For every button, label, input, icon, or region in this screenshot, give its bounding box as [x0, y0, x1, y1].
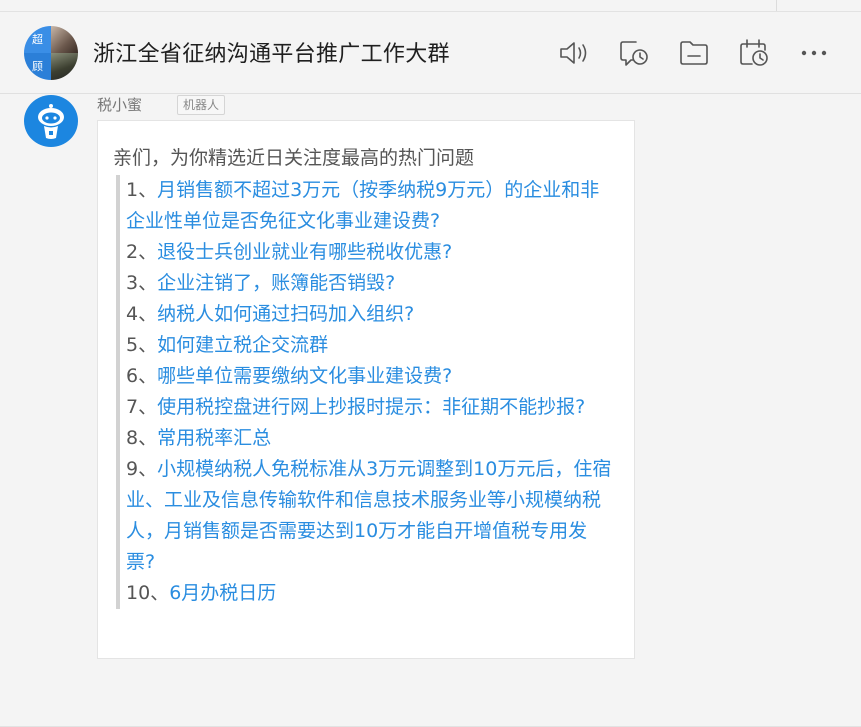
- question-link[interactable]: 小规模纳税人免税标准从3万元调整到10万元后，住宿业、工业及信息传输软件和信息技…: [126, 458, 611, 573]
- question-item[interactable]: 8、常用税率汇总: [126, 423, 616, 454]
- hot-question-list: 1、月销售额不超过3万元（按季纳税9万元）的企业和非企业性单位是否免征文化事业建…: [116, 175, 616, 609]
- question-link[interactable]: 使用税控盘进行网上抄报时提示：非征期不能抄报?: [157, 396, 585, 418]
- avatar-cell: 超: [24, 26, 51, 53]
- avatar-cell: 顾: [24, 53, 51, 80]
- question-number: 3、: [126, 272, 158, 294]
- question-number: 7、: [126, 396, 158, 418]
- avatar-text-top: 超: [32, 33, 43, 46]
- schedule-icon[interactable]: [737, 36, 771, 70]
- question-item[interactable]: 6、哪些单位需要缴纳文化事业建设费?: [126, 361, 616, 392]
- bot-avatar[interactable]: [24, 95, 78, 147]
- question-item[interactable]: 5、如何建立税企交流群: [126, 330, 616, 361]
- question-number: 6、: [126, 365, 158, 387]
- avatar-cell-photo: [51, 26, 78, 53]
- question-number: 1、: [126, 179, 158, 201]
- avatar-cell-photo: [51, 53, 78, 80]
- question-number: 8、: [126, 427, 158, 449]
- question-link[interactable]: 月销售额不超过3万元（按季纳税9万元）的企业和非企业性单位是否免征文化事业建设费…: [126, 179, 599, 232]
- file-icon[interactable]: [677, 36, 711, 70]
- question-number: 9、: [126, 458, 158, 480]
- history-message-icon[interactable]: [617, 36, 651, 70]
- question-item[interactable]: 1、月销售额不超过3万元（按季纳税9万元）的企业和非企业性单位是否免征文化事业建…: [126, 175, 616, 237]
- question-item[interactable]: 10、6月办税日历: [126, 578, 616, 609]
- question-link[interactable]: 纳税人如何通过扫码加入组织?: [157, 303, 414, 325]
- question-number: 10、: [126, 582, 170, 604]
- robot-icon: [38, 104, 64, 139]
- more-icon[interactable]: [797, 36, 831, 70]
- question-link[interactable]: 退役士兵创业就业有哪些税收优惠?: [157, 241, 452, 263]
- message-bubble: 亲们，为你精选近日关注度最高的热门问题 1、月销售额不超过3万元（按季纳税9万元…: [97, 120, 635, 659]
- question-link[interactable]: 企业注销了，账簿能否销毁?: [157, 272, 395, 294]
- window-top-strip: [0, 0, 861, 12]
- sender-name[interactable]: 税小蜜: [97, 94, 142, 115]
- question-number: 4、: [126, 303, 158, 325]
- message-intro: 亲们，为你精选近日关注度最高的热门问题: [113, 147, 475, 169]
- question-item[interactable]: 3、企业注销了，账簿能否销毁?: [126, 268, 616, 299]
- question-link[interactable]: 常用税率汇总: [157, 427, 271, 449]
- group-avatar[interactable]: 超 顾: [24, 26, 78, 80]
- question-link[interactable]: 哪些单位需要缴纳文化事业建设费?: [157, 365, 452, 387]
- question-number: 5、: [126, 334, 158, 356]
- question-number: 2、: [126, 241, 158, 263]
- group-title[interactable]: 浙江全省征纳沟通平台推广工作大群: [93, 36, 450, 68]
- avatar-text-bottom: 顾: [32, 60, 43, 73]
- question-item[interactable]: 7、使用税控盘进行网上抄报时提示：非征期不能抄报?: [126, 392, 616, 423]
- question-link[interactable]: 6月办税日历: [169, 582, 276, 604]
- top-divider: [776, 0, 777, 11]
- question-link[interactable]: 如何建立税企交流群: [157, 334, 328, 356]
- robot-badge: 机器人: [177, 95, 226, 115]
- chat-header: 超 顾 浙江全省征纳沟通平台推广工作大群: [0, 12, 861, 94]
- question-item[interactable]: 9、小规模纳税人免税标准从3万元调整到10万元后，住宿业、工业及信息传输软件和信…: [126, 454, 616, 578]
- question-item[interactable]: 2、退役士兵创业就业有哪些税收优惠?: [126, 237, 616, 268]
- voice-call-icon[interactable]: [557, 36, 591, 70]
- question-item[interactable]: 4、纳税人如何通过扫码加入组织?: [126, 299, 616, 330]
